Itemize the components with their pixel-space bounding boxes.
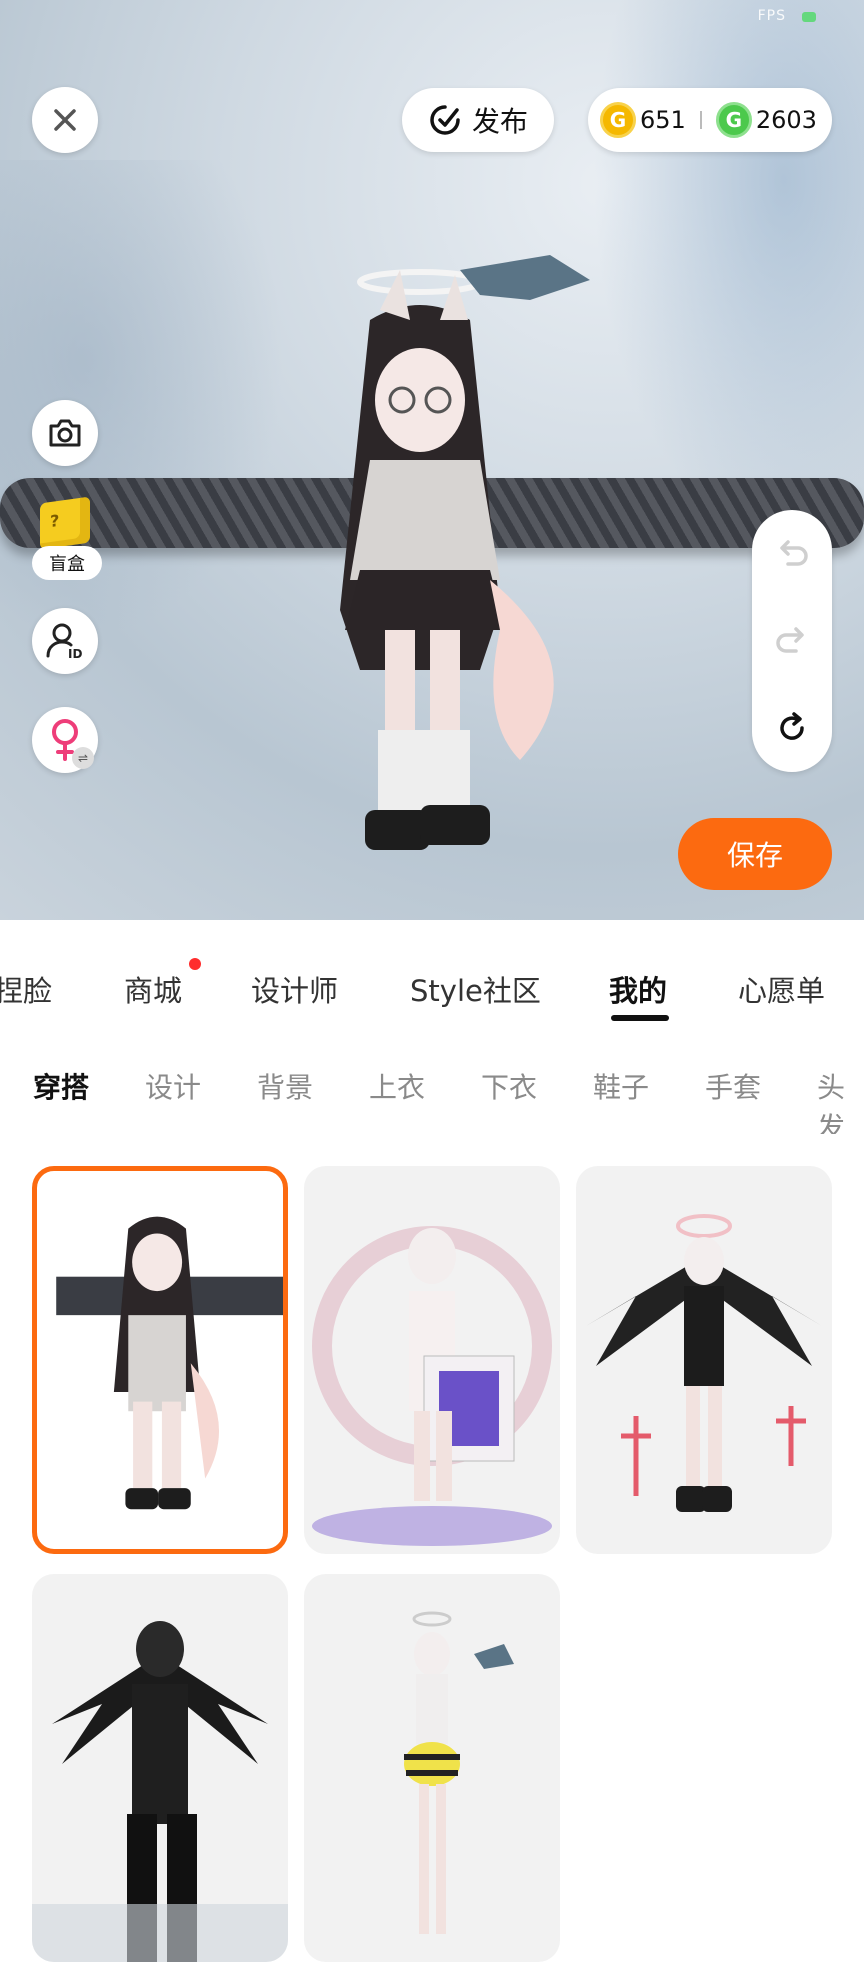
tab-outfit[interactable]: 穿搭 [33,1066,89,1106]
currency-divider [699,111,702,129]
gift-box-icon: ? [40,496,90,550]
outfit-grid [0,1134,864,1962]
tab-wishlist[interactable]: 心愿单 [738,968,825,1010]
outfit-thumbnail [586,1214,822,1512]
close-icon [54,109,76,131]
gender-switch-button[interactable]: ⇌ [32,707,98,773]
blind-box-label: 盲盒 [32,546,102,580]
currency-display[interactable]: G 651 G 2603 [588,88,832,152]
publish-label: 发布 [471,105,528,138]
fps-indicator: FPS [757,8,786,24]
user-id-icon: ID [46,623,82,661]
camera-button[interactable] [32,400,98,466]
avatar-id-button[interactable]: ID [32,608,98,674]
outfit-card[interactable] [304,1166,560,1554]
tab-bottoms[interactable]: 下衣 [481,1066,537,1106]
outfit-card[interactable] [304,1574,560,1962]
camera-icon [49,419,81,447]
tab-designer[interactable]: 设计师 [251,968,338,1010]
publish-button[interactable]: 发布 [402,88,554,152]
outfit-thumbnail [312,1226,552,1546]
swap-icon: ⇌ [72,747,94,769]
gold-coin-icon: G [600,102,636,138]
tab-tops[interactable]: 上衣 [369,1066,425,1106]
outfit-card[interactable] [32,1166,288,1554]
tab-mine[interactable]: 我的 [609,968,667,1010]
green-coin-icon: G [715,102,752,138]
tab-gloves[interactable]: 手套 [705,1066,761,1106]
reset-icon[interactable] [774,710,810,746]
tab-mall[interactable]: 商城 [124,968,182,1010]
tab-style-community[interactable]: Style社区 [410,968,541,1010]
outfit-thumbnail [32,1621,288,1962]
gold-coin-amount: 651 [640,106,686,134]
tab-design[interactable]: 设计 [145,1066,201,1106]
svg-text:ID: ID [68,647,82,661]
tab-background[interactable]: 背景 [257,1066,313,1106]
avatar-model[interactable] [290,250,590,870]
new-badge [189,958,201,970]
blind-box-button[interactable]: ? 盲盒 [32,496,102,582]
undo-icon[interactable] [774,536,810,572]
tab-shoes[interactable]: 鞋子 [593,1066,649,1106]
primary-tab-bar: 捏脸 商城 设计师 Style社区 我的 心愿单 [0,920,864,1035]
category-tab-bar: 穿搭 设计 背景 上衣 下衣 鞋子 手套 头发 [0,1034,864,1144]
close-button[interactable] [32,87,98,153]
active-tab-indicator [611,1015,669,1021]
outfit-thumbnail [56,1216,283,1510]
outfit-thumbnail [404,1611,514,1934]
redo-icon[interactable] [774,623,810,659]
history-controls [752,510,832,772]
outfit-card[interactable] [32,1574,288,1962]
outfit-card[interactable] [576,1166,832,1554]
publish-icon [430,105,460,135]
tab-face[interactable]: 捏脸 [0,968,52,1010]
green-coin-amount: 2603 [755,106,817,134]
fps-status-dot [802,12,816,22]
save-button[interactable]: 保存 [678,818,832,890]
